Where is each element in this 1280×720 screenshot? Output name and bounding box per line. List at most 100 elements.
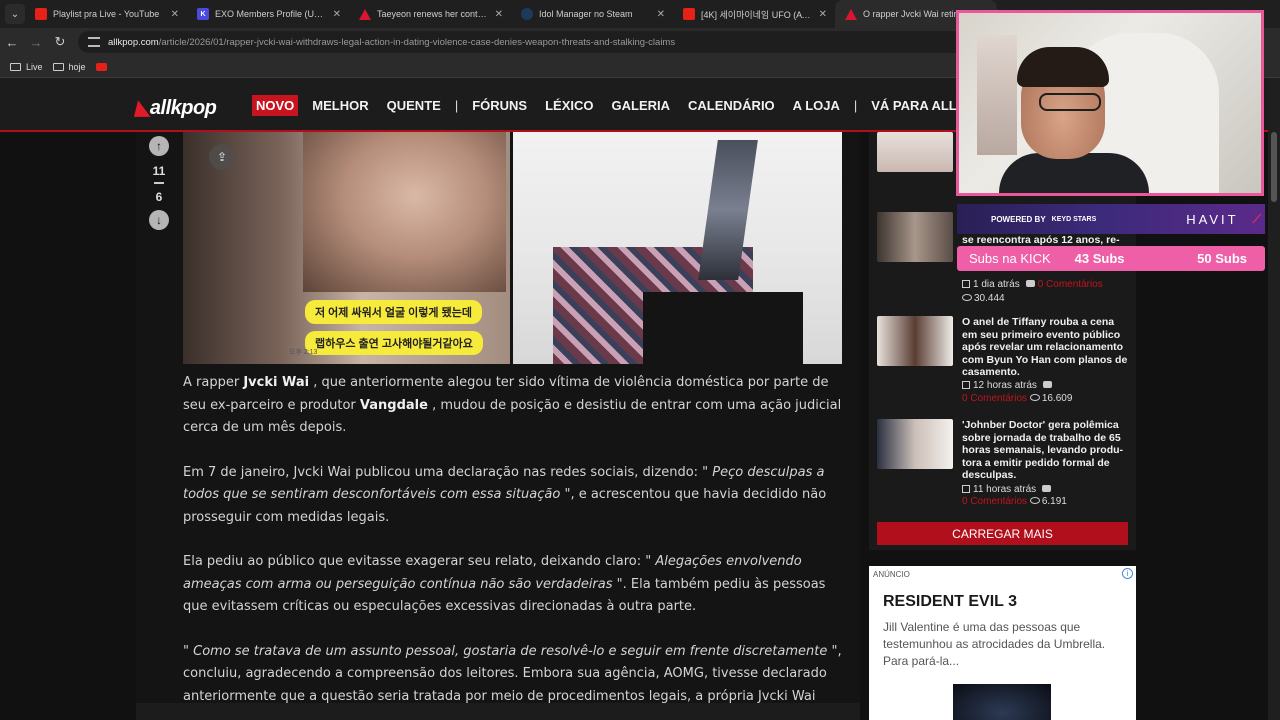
havit-mark-icon: ⟋ [1252,211,1262,226]
browser-tab[interactable]: K EXO Members Profile (Updated ✕ [187,0,349,28]
main-nav: NOVO MELHOR QUENTE | FÓRUNS LÉXICO GALER… [252,95,1002,116]
article-body: A rapper Jvcki Wai , que anteriormente a… [183,372,843,720]
quote: Como se tratava de um assunto pessoal, g… [193,643,828,659]
url-path: /article/2026/01/rapper-jvcki-wai-withdr… [158,36,676,48]
chat-screenshot-image: ⇪ 저 어제 싸워서 얼굴 이렇게 됐는데 랩하우스 출연 고사해야될거같아요 … [183,132,510,364]
tab-title: [4K] 세이마이네임 UFO (ATTEN [701,9,813,20]
article-paragraph: Ela pediu ao público que evitasse exager… [183,551,843,619]
close-icon[interactable]: ✕ [657,9,665,20]
news-item[interactable]: 'Johnber Doctor' gera polêmica sobre jor… [877,419,1129,514]
downvote-count: 6 [155,190,163,204]
bookmark-hoje[interactable]: hoje [52,61,86,72]
news-thumbnail [877,212,953,262]
ad-image [953,684,1051,720]
news-views: 0 Comentários 6.191 [962,496,1067,507]
tab-search-button[interactable]: ⌄ [5,4,25,24]
nav-lexico[interactable]: LÉXICO [541,95,597,116]
sponsor-banner: POWERED BY KEYD STARS HAVIT ⟋ [957,204,1265,234]
chevron-down-icon: ⌄ [10,8,20,20]
folder-icon [52,62,64,71]
havit-logo: HAVIT [1186,211,1239,227]
site-info-icon[interactable] [88,37,100,47]
close-icon[interactable]: ✕ [333,9,341,20]
bottom-bar [136,703,860,720]
news-thumbnail [877,316,953,366]
ad-label: ANÚNCIO [873,570,910,579]
hair [1017,47,1109,87]
ad-banner[interactable]: ANÚNCIO i RESIDENT EVIL 3 Jill Valentine… [869,566,1136,720]
vote-widget: ↑ 11 6 ↓ [148,136,170,230]
nav-foruns[interactable]: FÓRUNS [468,95,531,116]
subs-goal: 50 Subs [1197,251,1247,266]
share-icon[interactable]: ⇪ [209,144,235,170]
comment-count[interactable]: 0 Comentários [962,496,1027,507]
nav-loja[interactable]: A LOJA [789,95,844,116]
browser-tab[interactable]: Idol Manager no Steam ✕ [511,0,673,28]
youtube-icon [683,8,695,20]
nav-calendario[interactable]: CALENDÁRIO [684,95,779,116]
news-item[interactable]: O anel de Tiffany rouba a cena em seu pr… [877,316,1129,411]
downvote-icon[interactable]: ↓ [149,210,169,230]
scrollbar-thumb[interactable] [1271,132,1277,202]
forward-icon[interactable]: → [24,35,48,50]
text: " [183,643,194,659]
comment-count[interactable]: 0 Comentários [1038,279,1103,290]
nav-novo[interactable]: NOVO [252,95,299,116]
tab-title: Playlist pra Live - YouTube [53,9,160,19]
nav-galeria[interactable]: GALERIA [608,95,675,116]
comment-count[interactable]: 0 Comentários [962,393,1027,404]
news-thumbnail [877,419,953,469]
news-title: 'Johnber Doctor' gera polêmica sobre jor… [962,419,1124,481]
close-icon[interactable]: ✕ [171,9,179,20]
comment-icon [1042,485,1052,492]
article-paragraph: Em 7 de janeiro, Jvcki Wai publicou uma … [183,462,843,530]
comment-icon [1025,280,1035,287]
upvote-count: 11 [152,164,166,178]
tab-title: EXO Members Profile (Updated [215,9,327,19]
news-views: 30.444 [962,293,1005,304]
bookmark-live[interactable]: Live [10,62,43,72]
reload-icon[interactable]: ↻ [48,34,72,50]
nav-melhor[interactable]: MELHOR [308,95,372,116]
artist-name: Jvcki Wai [243,375,310,390]
browser-tab[interactable]: Playlist pra Live - YouTube ✕ [25,0,187,28]
glasses [1039,93,1101,111]
browser-tab[interactable]: [4K] 세이마이네임 UFO (ATTEN ✕ [673,0,835,28]
outfit-photo [513,132,842,364]
logo-mark-icon: ◣ [135,97,150,119]
nav-quente[interactable]: QUENTE [383,95,445,116]
site-logo[interactable]: ◣allkpop [135,95,217,120]
nav-separator: | [454,98,459,113]
upvote-icon[interactable]: ↑ [149,136,169,156]
bookmark-label: hoje [68,61,86,72]
news-time: 1 dia atrás [973,279,1020,290]
close-icon[interactable]: ✕ [819,9,827,20]
tab-title: Taeyeon renews her contract w [377,9,489,19]
dark-pants [643,292,803,364]
chat-time: 오후 2:13 [289,349,318,356]
news-title: se reencontra após 12 anos, re- [962,234,1120,246]
k-icon: K [197,8,209,20]
ad-text: Jill Valentine é uma das pessoas que tes… [883,620,1106,668]
youtube-bookmark-icon[interactable] [95,62,107,71]
subs-label: Subs na KICK [969,251,1051,266]
subs-goal-bar: Subs na KICK 43 Subs 50 Subs [957,246,1265,271]
nav-separator: | [853,98,858,113]
subs-current: 43 Subs [1074,251,1125,266]
chat-bubble: 저 어제 싸워서 얼굴 이렇게 됐는데 [305,300,482,324]
news-meta: 11 horas atrás [962,484,1054,495]
logo-text: allkpop [149,97,217,119]
news-thumbnail[interactable] [877,132,953,172]
allkpop-icon [359,8,371,20]
back-icon[interactable]: ← [0,35,24,50]
allkpop-icon [845,8,857,20]
url-host: allkpop.com [108,36,159,48]
info-icon[interactable]: i [1122,568,1133,579]
calendar-icon [962,485,970,493]
shirt [999,153,1149,193]
close-icon[interactable]: ✕ [495,9,503,20]
load-more-button[interactable]: CARREGAR MAIS [877,522,1128,545]
browser-tab[interactable]: Taeyeon renews her contract w ✕ [349,0,511,28]
folder-icon [10,62,21,71]
calendar-icon [962,280,970,288]
